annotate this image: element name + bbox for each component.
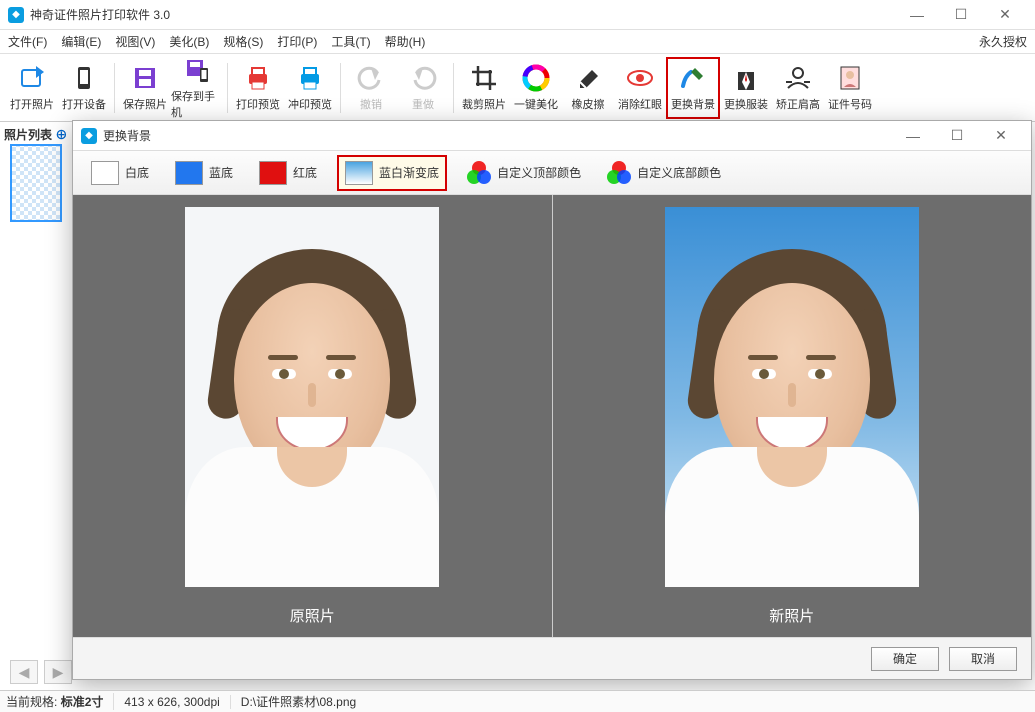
original-photo <box>185 207 439 587</box>
id-photo-icon <box>836 64 864 92</box>
bg-custom-bottom-option[interactable]: 自定义底部颜色 <box>601 157 727 189</box>
dialog-minimize-button[interactable]: — <box>891 122 935 150</box>
redeye-button[interactable]: 消除红眼 <box>614 58 666 118</box>
gradient-swatch <box>345 161 373 185</box>
brush-icon <box>679 64 707 92</box>
close-button[interactable]: ✕ <box>983 1 1027 29</box>
develop-preview-button[interactable]: 冲印预览 <box>284 58 336 118</box>
next-photo-button[interactable]: ▶ <box>44 660 72 684</box>
main-titlebar: ◆ 神奇证件照片打印软件 3.0 — ☐ ✕ <box>0 0 1035 30</box>
bg-options-bar: 白底 蓝底 红底 蓝白渐变底 自定义顶部颜色 自定义底部颜色 <box>73 151 1031 195</box>
rgb-icon <box>467 161 491 185</box>
ok-button[interactable]: 确定 <box>871 647 939 671</box>
color-wheel-icon <box>522 64 550 92</box>
original-label: 原照片 <box>290 605 335 626</box>
eraser-icon <box>574 64 602 92</box>
bg-gradient-option[interactable]: 蓝白渐变底 <box>337 155 447 191</box>
menu-help[interactable]: 帮助(H) <box>385 33 426 50</box>
app-title: 神奇证件照片打印软件 3.0 <box>30 6 895 23</box>
cancel-button[interactable]: 取消 <box>949 647 1017 671</box>
menu-spec[interactable]: 规格(S) <box>223 33 263 50</box>
open-device-button[interactable]: 打开设备 <box>58 58 110 118</box>
crop-icon <box>470 64 498 92</box>
redo-button[interactable]: 重做 <box>397 58 449 118</box>
shoulder-icon <box>784 64 812 92</box>
minimize-button[interactable]: — <box>895 1 939 29</box>
status-dimensions: 413 x 626, 300dpi <box>124 695 230 709</box>
photo-thumbnail[interactable] <box>10 144 62 222</box>
change-bg-button[interactable]: 更换背景 <box>666 57 720 119</box>
menu-beautify[interactable]: 美化(B) <box>169 33 209 50</box>
redo-icon <box>409 64 437 92</box>
menu-file[interactable]: 文件(F) <box>8 33 47 50</box>
toolbar: 打开照片 打开设备 保存照片 保存到手机 打印预览 冲印预览 撤销 重做 裁剪照… <box>0 54 1035 122</box>
rgb-icon <box>607 161 631 185</box>
original-pane: 原照片 <box>73 195 552 637</box>
maximize-button[interactable]: ☐ <box>939 1 983 29</box>
new-label: 新照片 <box>769 605 814 626</box>
status-spec: 当前规格: 标准2寸 <box>6 693 114 710</box>
print-preview-button[interactable]: 打印预览 <box>232 58 284 118</box>
bg-custom-top-option[interactable]: 自定义顶部颜色 <box>461 157 587 189</box>
undo-button[interactable]: 撤销 <box>345 58 397 118</box>
change-clothes-button[interactable]: 更换服装 <box>720 58 772 118</box>
dialog-close-button[interactable]: ✕ <box>979 122 1023 150</box>
red-swatch <box>259 161 287 185</box>
open-photo-button[interactable]: 打开照片 <box>6 58 58 118</box>
compare-area: 原照片 新照片 <box>73 195 1031 637</box>
device-icon <box>70 64 98 92</box>
dialog-title: 更换背景 <box>103 127 891 144</box>
photo-list-label: 照片列表 ⊕ <box>4 126 67 143</box>
menu-tools[interactable]: 工具(T) <box>331 33 370 50</box>
printer-icon <box>244 64 272 92</box>
menu-print[interactable]: 打印(P) <box>277 33 317 50</box>
dialog-buttons: 确定 取消 <box>73 637 1031 679</box>
app-icon: ◆ <box>8 7 24 23</box>
save-to-phone-button[interactable]: 保存到手机 <box>171 58 223 118</box>
open-photo-icon <box>18 64 46 92</box>
new-pane: 新照片 <box>553 195 1032 637</box>
menu-edit[interactable]: 编辑(E) <box>61 33 101 50</box>
statusbar: 当前规格: 标准2寸 413 x 626, 300dpi D:\证件照素材\08… <box>0 690 1035 712</box>
bg-red-option[interactable]: 红底 <box>253 157 323 189</box>
id-number-button[interactable]: 证件号码 <box>824 58 876 118</box>
new-photo <box>665 207 919 587</box>
beautify-button[interactable]: 一键美化 <box>510 58 562 118</box>
blue-swatch <box>175 161 203 185</box>
white-swatch <box>91 161 119 185</box>
save-phone-icon <box>183 56 211 84</box>
shoulder-button[interactable]: 矫正肩高 <box>772 58 824 118</box>
menu-view[interactable]: 视图(V) <box>115 33 155 50</box>
undo-icon <box>357 64 385 92</box>
status-path: D:\证件照素材\08.png <box>241 693 356 710</box>
save-photo-button[interactable]: 保存照片 <box>119 58 171 118</box>
prev-photo-button[interactable]: ◀ <box>10 660 38 684</box>
bg-blue-option[interactable]: 蓝底 <box>169 157 239 189</box>
save-icon <box>131 64 159 92</box>
develop-icon <box>296 64 324 92</box>
crop-button[interactable]: 裁剪照片 <box>458 58 510 118</box>
eye-icon <box>626 64 654 92</box>
suit-icon <box>732 64 760 92</box>
dialog-icon: ◆ <box>81 128 97 144</box>
nav-arrows: ◀ ▶ <box>10 660 72 684</box>
photo-list <box>10 144 64 344</box>
license-label: 永久授权 <box>979 33 1027 50</box>
menubar: 文件(F) 编辑(E) 视图(V) 美化(B) 规格(S) 打印(P) 工具(T… <box>0 30 1035 54</box>
dialog-titlebar: ◆ 更换背景 — ☐ ✕ <box>73 121 1031 151</box>
bg-white-option[interactable]: 白底 <box>85 157 155 189</box>
eraser-button[interactable]: 橡皮擦 <box>562 58 614 118</box>
change-bg-dialog: ◆ 更换背景 — ☐ ✕ 白底 蓝底 红底 蓝白渐变底 自定义顶部颜色 自定义底… <box>72 120 1032 680</box>
dialog-maximize-button[interactable]: ☐ <box>935 122 979 150</box>
